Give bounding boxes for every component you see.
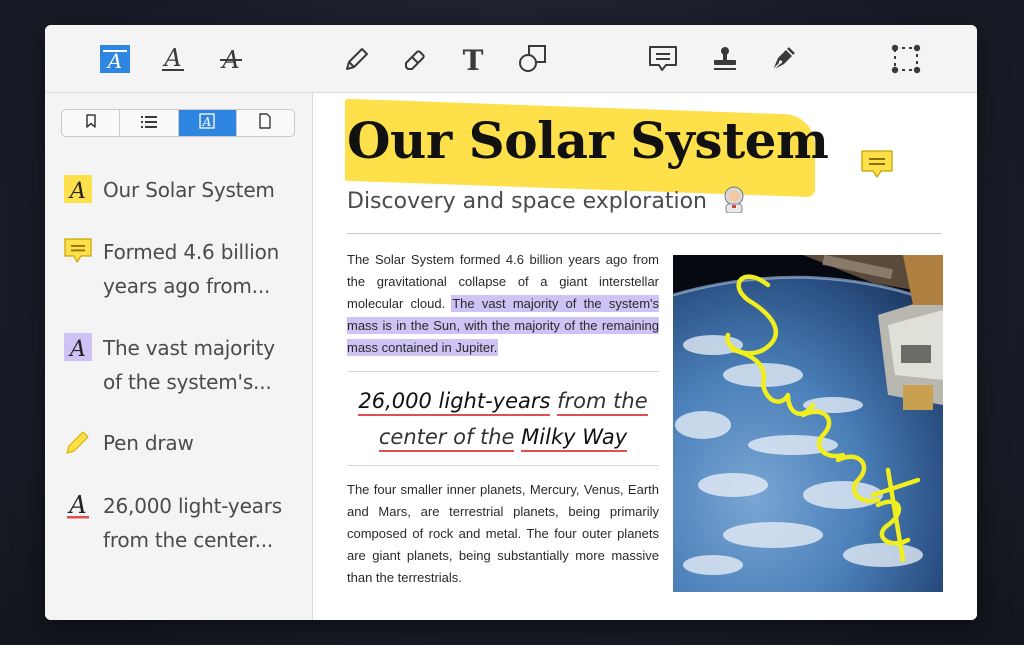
- paragraph-planets: The four smaller inner planets, Mercury,…: [347, 482, 659, 585]
- highlight-icon: A: [63, 175, 93, 205]
- annotation-item-note[interactable]: Formed 4.6 billion years ago from...: [63, 235, 303, 303]
- tab-pages[interactable]: [237, 110, 294, 136]
- underline-tool-button[interactable]: A: [155, 41, 191, 77]
- highlight-tool-icon: A: [100, 45, 130, 73]
- strikethrough-tool-button[interactable]: A: [213, 41, 249, 77]
- svg-text:A: A: [202, 115, 212, 129]
- underlined-text[interactable]: center of the: [378, 425, 515, 452]
- selection-button[interactable]: [888, 41, 924, 77]
- astronaut-icon: [720, 185, 748, 219]
- tab-outline[interactable]: [120, 110, 179, 136]
- earth-photo[interactable]: [673, 255, 943, 592]
- selection-icon: [890, 43, 922, 75]
- pencil-button[interactable]: [339, 41, 375, 77]
- annotations-icon: A: [199, 113, 215, 133]
- stamp-button[interactable]: [707, 41, 743, 77]
- pencil-icon: [63, 428, 93, 458]
- shapes-button[interactable]: [515, 41, 551, 77]
- comment-button[interactable]: [645, 41, 681, 77]
- stamp-icon: [710, 44, 740, 74]
- page-subtitle: Discovery and space exploration: [347, 185, 748, 219]
- app-window: A A A T A A Our Solar System Formed 4.6 …: [45, 25, 977, 620]
- annotation-item-pen[interactable]: Pen draw: [63, 426, 303, 460]
- text-tool-icon: T: [459, 44, 487, 74]
- annotation-label: Pen draw: [103, 431, 194, 455]
- note-icon: [63, 237, 93, 267]
- signature-button[interactable]: [765, 41, 801, 77]
- comment-icon: [647, 44, 679, 74]
- signature-pen-icon: [768, 44, 798, 74]
- list-icon: [140, 114, 158, 133]
- underline-icon: A: [63, 491, 93, 521]
- annotation-label: 26,000 light-years from the center...: [103, 494, 282, 552]
- svg-text:A: A: [67, 491, 86, 519]
- underlined-text[interactable]: from the: [557, 389, 648, 416]
- annotation-item-underline[interactable]: A 26,000 light-years from the center...: [63, 489, 303, 557]
- svg-text:T: T: [463, 44, 484, 74]
- svg-text:A: A: [106, 49, 122, 73]
- paragraph-intro: The Solar System formed 4.6 billion year…: [347, 252, 660, 355]
- svg-text:A: A: [162, 44, 181, 72]
- annotation-label: The vast majority of the system's...: [103, 336, 275, 394]
- shapes-icon: [517, 43, 549, 75]
- annotation-item-highlight[interactable]: A The vast majority of the system's...: [63, 331, 303, 399]
- svg-text:A: A: [68, 337, 86, 361]
- sidebar: A A Our Solar System Formed 4.6 billion …: [45, 93, 313, 620]
- tab-bookmarks[interactable]: [62, 110, 121, 136]
- page-title[interactable]: Our Solar System: [347, 111, 829, 170]
- toolbar: A A A T: [45, 25, 977, 93]
- underlined-text[interactable]: 26,000 light-years: [358, 389, 551, 416]
- divider: [347, 465, 659, 466]
- page-icon: [258, 113, 272, 133]
- pull-quote: 26,000 light-years from the center of th…: [347, 383, 659, 455]
- underlined-text[interactable]: Milky Way: [521, 425, 628, 452]
- document-page: Our Solar System Discovery and space exp…: [313, 93, 977, 620]
- bookmark-icon: [84, 113, 98, 133]
- svg-text:A: A: [68, 179, 86, 203]
- strikethrough-tool-icon: A: [217, 44, 245, 74]
- pencil-icon: [342, 44, 372, 74]
- highlight-icon: A: [63, 333, 93, 363]
- eraser-button[interactable]: [397, 41, 433, 77]
- text-tool-button[interactable]: T: [455, 41, 491, 77]
- annotation-item-title[interactable]: A Our Solar System: [63, 173, 303, 207]
- eraser-icon: [400, 44, 430, 74]
- sticky-note-icon[interactable]: [860, 149, 894, 185]
- annotation-label: Formed 4.6 billion years ago from...: [103, 240, 280, 298]
- divider: [347, 371, 659, 372]
- underline-tool-icon: A: [159, 44, 187, 74]
- sidebar-tabs: A: [61, 109, 295, 137]
- divider: [347, 233, 942, 234]
- highlight-tool-button[interactable]: A: [97, 41, 133, 77]
- tab-annotations[interactable]: A: [178, 110, 237, 136]
- annotation-label: Our Solar System: [103, 178, 275, 202]
